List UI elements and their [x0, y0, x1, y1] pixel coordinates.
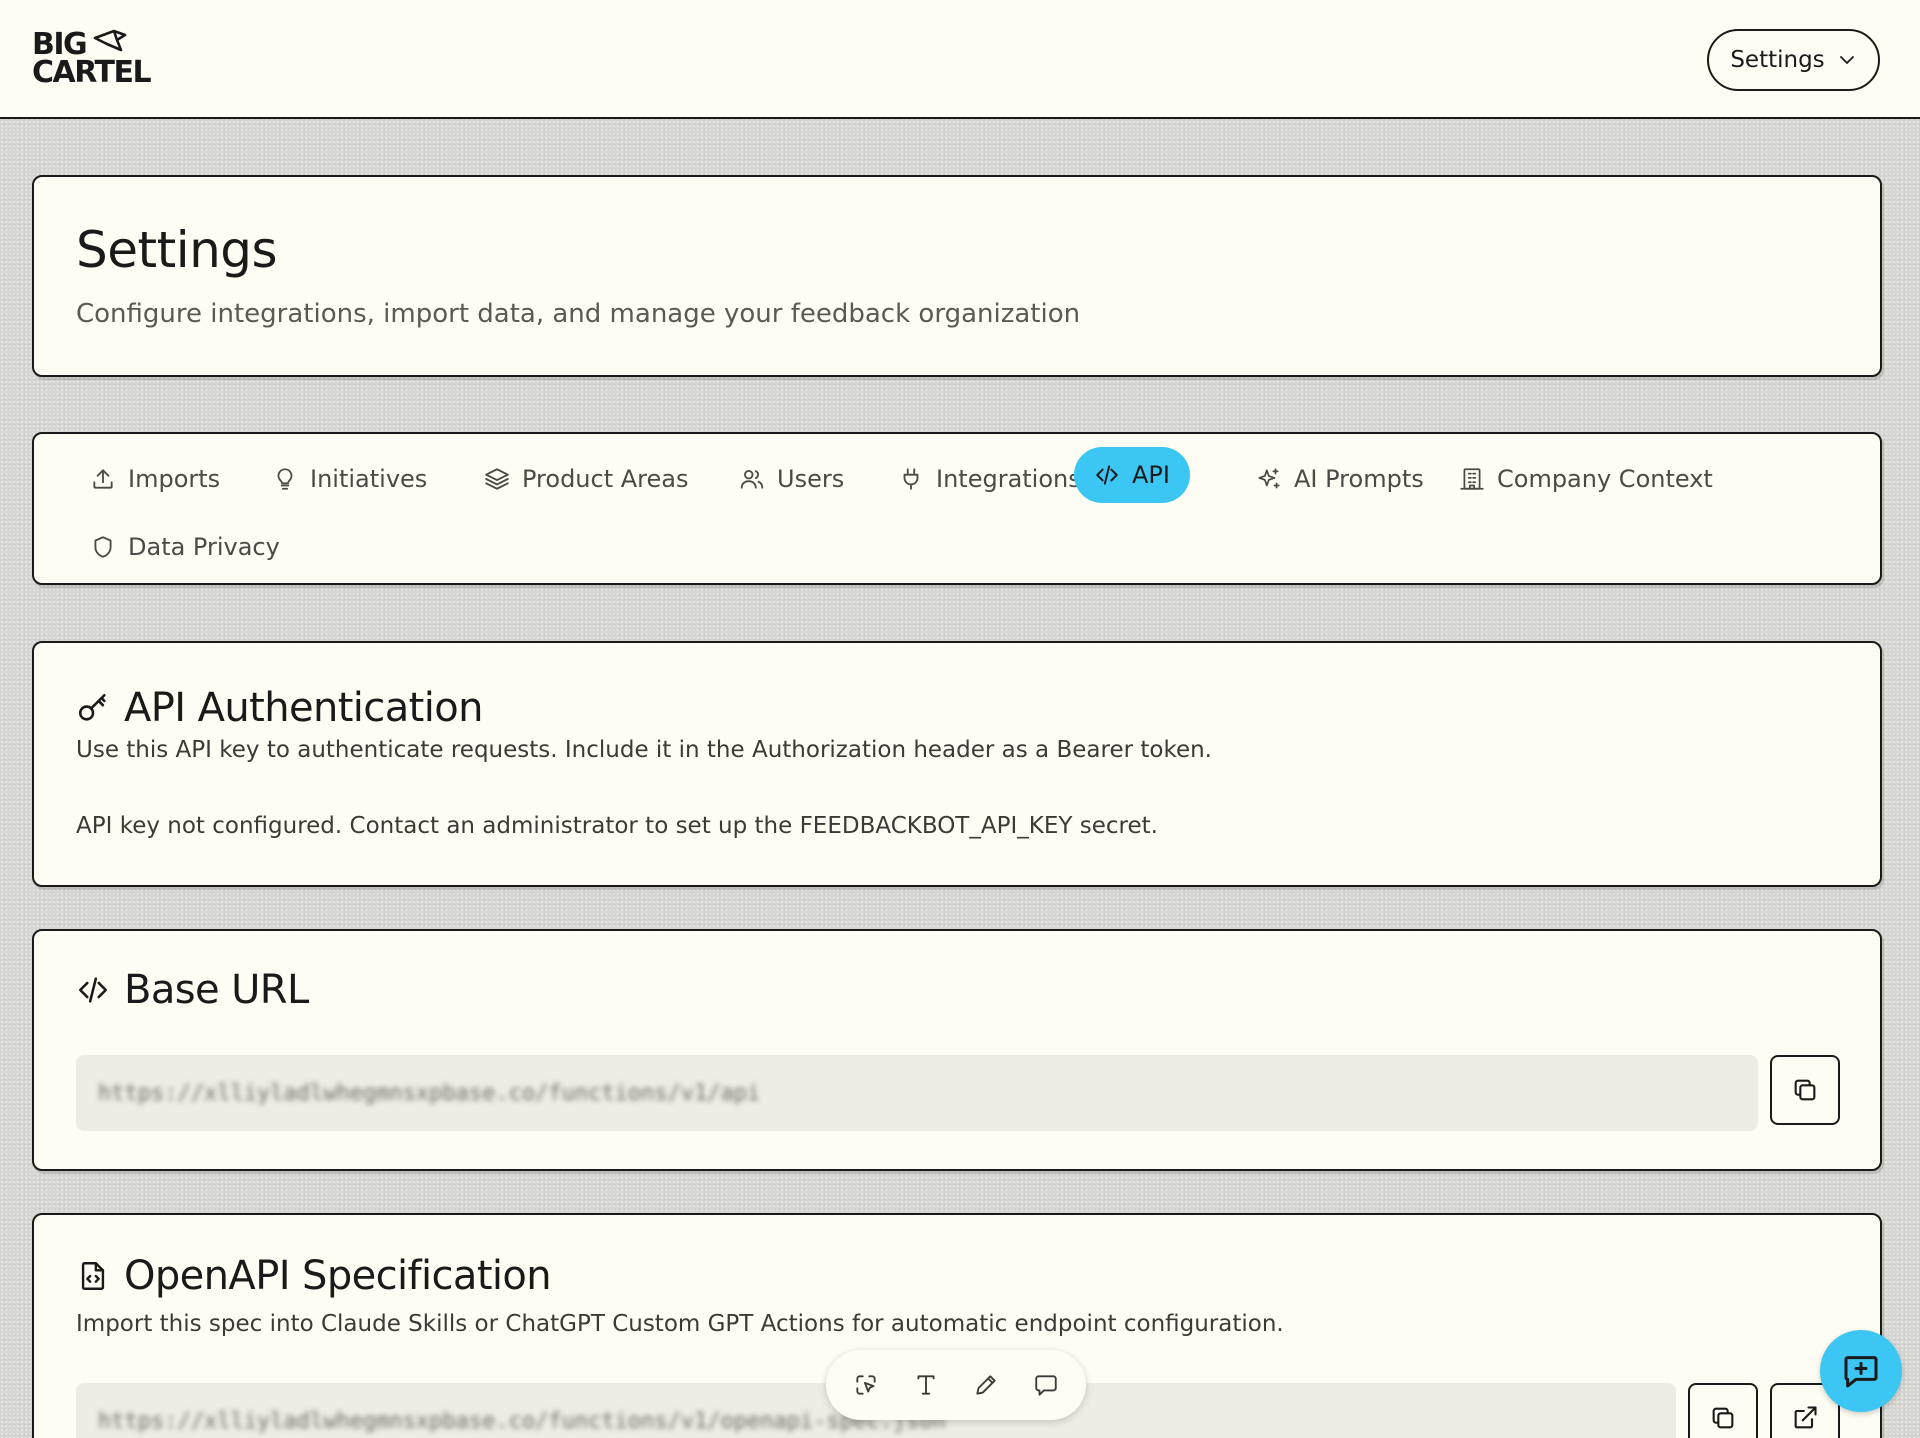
chevron-down-icon [1839, 56, 1854, 64]
pencil-icon [976, 1375, 996, 1395]
select-tool-button[interactable] [846, 1365, 886, 1405]
api-authentication-heading: API Authentication [76, 685, 483, 731]
tab-label: AI Prompts [1294, 465, 1424, 493]
page-title: Settings [76, 221, 278, 279]
code-icon [78, 977, 108, 1003]
api-authentication-card: API Authentication Use this API key to a… [32, 641, 1882, 887]
comment-icon [1035, 1375, 1057, 1396]
tab-api[interactable]: API [1074, 447, 1190, 503]
tab-label: Initiatives [310, 465, 428, 493]
openapi-description: Import this spec into Claude Skills or C… [76, 1311, 1284, 1337]
select-pointer-icon [856, 1375, 876, 1395]
comment-tool-button[interactable] [1026, 1365, 1066, 1405]
lightbulb-icon [277, 468, 293, 490]
api-key-status: API key not configured. Contact an admin… [76, 813, 1158, 839]
key-icon [78, 693, 106, 721]
tab-label: Data Privacy [128, 533, 280, 561]
annotation-toolbar [826, 1350, 1086, 1420]
base-url-heading: Base URL [76, 967, 309, 1013]
external-link-icon [1794, 1406, 1817, 1429]
tab-label: Company Context [1497, 465, 1713, 493]
file-code-icon [81, 1262, 105, 1290]
text-tool-button[interactable] [906, 1365, 946, 1405]
layers-icon [485, 468, 509, 490]
settings-dropdown-label: Settings [1730, 47, 1825, 73]
base-url-field[interactable]: https://xlliyladlwhegmnsxpbase.co/functi… [76, 1055, 1758, 1131]
logo-bird-icon [93, 29, 127, 52]
tab-data-privacy[interactable]: Data Privacy [70, 519, 300, 575]
settings-tabs: Imports Initiatives Product Areas Users … [32, 432, 1882, 585]
tab-label: Imports [128, 465, 221, 493]
copy-base-url-button[interactable] [1770, 1055, 1840, 1125]
plug-icon [903, 468, 919, 490]
api-authentication-description: Use this API key to authenticate request… [76, 737, 1212, 763]
tab-label: Users [777, 465, 845, 493]
upload-icon [93, 469, 113, 489]
tab-initiatives[interactable]: Initiatives [252, 451, 447, 507]
draw-tool-button[interactable] [966, 1365, 1006, 1405]
copy-icon [1712, 1407, 1734, 1429]
sparkles-icon [1258, 468, 1280, 489]
users-icon [740, 469, 764, 489]
code-icon [1096, 465, 1118, 485]
logo-line-2: CARTEL [32, 55, 152, 90]
tab-users[interactable]: Users [719, 451, 864, 507]
tab-label: API [1132, 461, 1170, 489]
base-url-value: https://xlliyladlwhegmnsxpbase.co/functi… [98, 1080, 761, 1106]
copy-icon [1794, 1079, 1816, 1101]
feedback-fab-button[interactable] [1820, 1330, 1902, 1412]
big-cartel-logo[interactable]: BIG CARTEL [32, 30, 168, 90]
tab-label: Integrations [936, 465, 1081, 493]
section-title-text: OpenAPI Specification [124, 1253, 552, 1299]
page-subtitle: Configure integrations, import data, and… [76, 299, 1081, 329]
tab-label: Product Areas [522, 465, 689, 493]
base-url-card: Base URL https://xlliyladlwhegmnsxpbase.… [32, 929, 1882, 1171]
tab-product-areas[interactable]: Product Areas [464, 451, 709, 507]
page-header-card: Settings Configure integrations, import … [32, 175, 1882, 377]
tab-company-context[interactable]: Company Context [1439, 451, 1733, 507]
top-header: BIG CARTEL Settings [0, 0, 1920, 119]
tab-imports[interactable]: Imports [70, 451, 240, 507]
tab-ai-prompts[interactable]: AI Prompts [1236, 451, 1444, 507]
section-title-text: Base URL [124, 967, 309, 1013]
openapi-url-value: https://xlliyladlwhegmnsxpbase.co/functi… [98, 1408, 946, 1434]
openapi-heading: OpenAPI Specification [76, 1253, 552, 1299]
section-title-text: API Authentication [124, 685, 483, 731]
copy-openapi-url-button[interactable] [1688, 1383, 1758, 1438]
message-plus-icon [1844, 1356, 1878, 1388]
text-icon [917, 1375, 935, 1395]
shield-icon [94, 536, 112, 558]
tab-integrations[interactable]: Integrations [878, 451, 1101, 507]
building-icon [1460, 468, 1484, 490]
settings-dropdown-button[interactable]: Settings [1707, 29, 1880, 91]
